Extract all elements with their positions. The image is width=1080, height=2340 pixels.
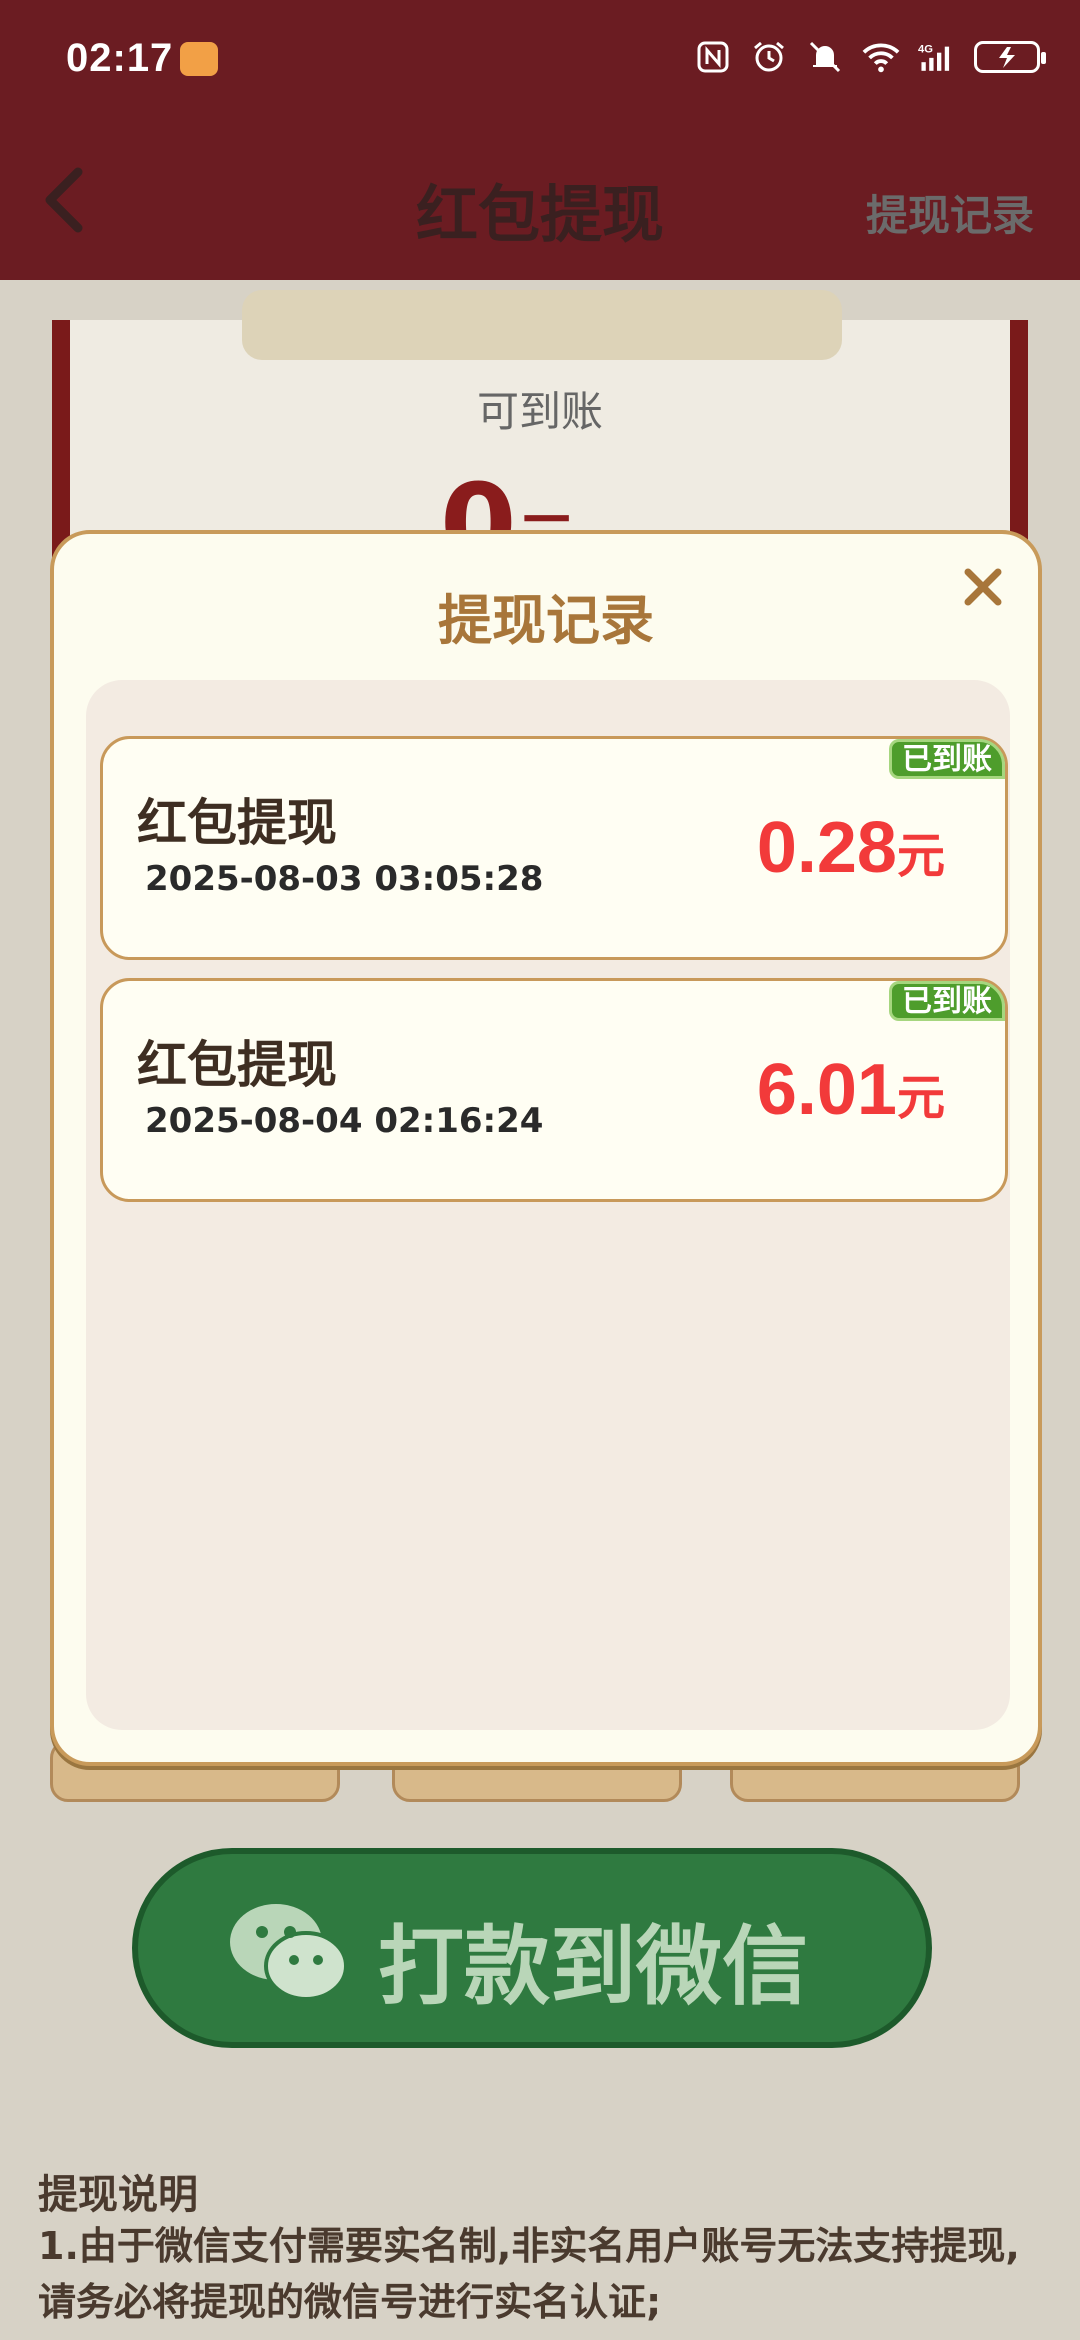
record-time: 2025-08-04 02:16:24 <box>145 1101 544 1141</box>
status-badge: 已到账 <box>889 981 1005 1021</box>
record-item: 已到账 红包提现 2025-08-03 03:05:28 0.28元 <box>100 736 1008 960</box>
withdraw-records-modal: 提现记录 已到账 红包提现 2025-08-03 03:05:28 0.28元 … <box>50 530 1042 1766</box>
modal-title: 提现记录 <box>438 589 654 652</box>
close-icon <box>964 568 1002 606</box>
record-title: 红包提现 <box>137 794 337 852</box>
status-badge: 已到账 <box>889 739 1005 779</box>
record-amount-unit: 元 <box>896 828 945 884</box>
record-title: 红包提现 <box>137 1036 337 1094</box>
close-button[interactable] <box>948 552 1018 622</box>
record-amount-unit: 元 <box>896 1070 945 1126</box>
records-list: 已到账 红包提现 2025-08-03 03:05:28 0.28元 已到账 红… <box>86 680 1010 1730</box>
record-item: 已到账 红包提现 2025-08-04 02:16:24 6.01元 <box>100 978 1008 1202</box>
record-amount: 0.28元 <box>757 807 945 889</box>
record-amount-value: 0.28 <box>756 808 897 888</box>
record-amount: 6.01元 <box>757 1049 945 1131</box>
record-time: 2025-08-03 03:05:28 <box>145 859 544 899</box>
record-amount-value: 6.01 <box>756 1050 897 1130</box>
